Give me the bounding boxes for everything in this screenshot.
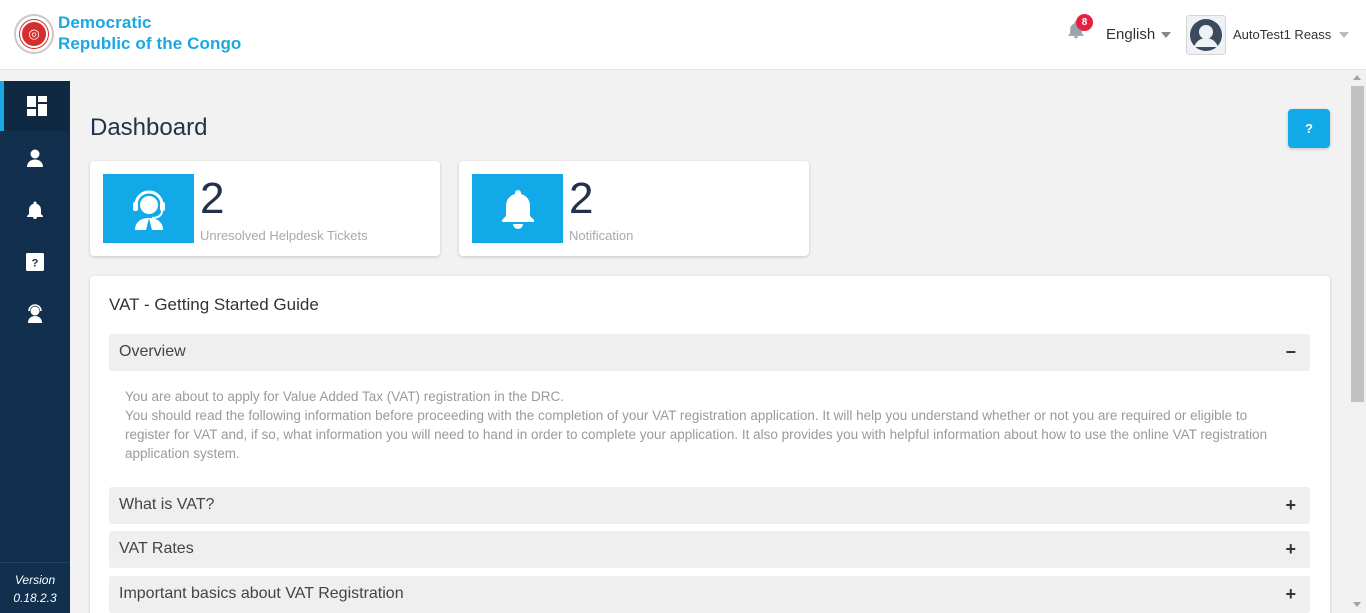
accordion-vat-registration-basics[interactable]: Important basics about VAT Registration … — [109, 576, 1310, 613]
accordion-what-is-vat[interactable]: What is VAT? + — [109, 487, 1310, 524]
brand-line-1: Democratic — [58, 13, 152, 32]
chevron-down-icon — [1339, 31, 1350, 38]
accordion-label: Overview — [119, 343, 186, 360]
expand-plus-icon[interactable]: + — [1285, 539, 1296, 560]
stat-label: Notification — [569, 228, 634, 243]
page-title: Dashboard — [90, 114, 208, 141]
collapse-minus-icon[interactable]: − — [1285, 342, 1296, 363]
language-label: English — [1106, 26, 1156, 43]
stat-icon-box — [103, 174, 194, 243]
scroll-down-arrow-icon[interactable] — [1353, 602, 1361, 607]
version-label: Version — [14, 573, 56, 587]
stat-card-notifications[interactable]: 2 Notification — [459, 161, 809, 256]
overview-paragraph-1: You are about to apply for Value Added T… — [125, 389, 565, 404]
top-header: ◎ Democratic Republic of the Congo 8 Eng… — [0, 0, 1366, 70]
helpdesk-agent-icon — [132, 190, 165, 230]
stat-card-helpdesk-tickets[interactable]: 2 Unresolved Helpdesk Tickets — [90, 161, 440, 256]
brand-name[interactable]: Democratic Republic of the Congo — [58, 12, 241, 54]
stat-value: 2 — [569, 174, 594, 223]
stat-icon-box — [472, 174, 563, 243]
user-menu[interactable]: AutoTest1 Reass — [1233, 27, 1350, 42]
svg-text:?: ? — [32, 258, 39, 270]
vat-getting-started-guide: VAT - Getting Started Guide Overview − Y… — [90, 276, 1330, 613]
logo-emblem-icon: ◎ — [20, 20, 48, 48]
sidebar-item-profile[interactable] — [0, 133, 70, 183]
app-version: Version 0.18.2.3 — [0, 562, 70, 613]
guide-title: VAT - Getting Started Guide — [109, 295, 319, 314]
user-name-label: AutoTest1 Reass — [1233, 27, 1332, 42]
sidebar-item-notifications[interactable] — [0, 185, 70, 235]
accordion-overview[interactable]: Overview − — [109, 334, 1310, 371]
accordion-label: VAT Rates — [119, 540, 194, 557]
expand-plus-icon[interactable]: + — [1285, 495, 1296, 516]
help-icon: ? — [26, 253, 44, 271]
scroll-up-arrow-icon[interactable] — [1353, 75, 1361, 80]
notification-count-badge: 8 — [1076, 14, 1093, 31]
version-number: 0.18.2.3 — [13, 591, 57, 605]
notifications-button[interactable]: 8 — [1066, 14, 1093, 44]
expand-plus-icon[interactable]: + — [1285, 584, 1296, 605]
language-selector[interactable]: English — [1106, 26, 1172, 43]
stat-value: 2 — [200, 174, 225, 223]
user-icon — [27, 149, 43, 167]
sidebar-nav: ? — [0, 81, 70, 613]
overview-paragraph-2: You should read the following informatio… — [125, 408, 1268, 461]
overview-content: You are about to apply for Value Added T… — [125, 387, 1295, 463]
brand-line-2: Republic of the Congo — [58, 34, 242, 53]
user-avatar-icon — [1190, 19, 1222, 51]
help-button[interactable]: ? — [1288, 109, 1330, 148]
support-agent-icon — [28, 304, 42, 323]
dashboard-icon — [27, 96, 47, 116]
sidebar-item-helpdesk[interactable] — [0, 289, 70, 339]
bell-icon — [27, 201, 43, 219]
accordion-vat-rates[interactable]: VAT Rates + — [109, 531, 1310, 568]
sidebar-item-help[interactable]: ? — [0, 237, 70, 287]
bell-icon — [501, 189, 534, 229]
page-scrollbar[interactable] — [1349, 70, 1366, 613]
coat-of-arms-logo[interactable]: ◎ — [14, 14, 54, 54]
accordion-label: What is VAT? — [119, 496, 215, 513]
chevron-down-icon — [1161, 31, 1172, 38]
accordion-label: Important basics about VAT Registration — [119, 585, 404, 602]
user-avatar[interactable] — [1186, 15, 1226, 55]
sidebar-item-dashboard[interactable] — [0, 81, 70, 131]
scrollbar-thumb[interactable] — [1351, 86, 1364, 402]
stat-label: Unresolved Helpdesk Tickets — [200, 228, 368, 243]
